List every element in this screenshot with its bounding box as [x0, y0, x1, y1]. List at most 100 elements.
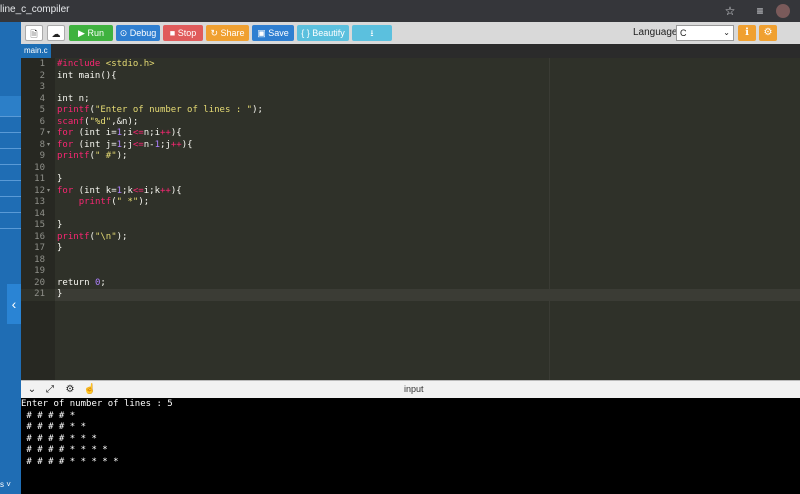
sidebar-item[interactable] [0, 96, 21, 116]
code-line[interactable]: for (int k=1;k<=i;k++){ [57, 186, 182, 198]
sidebar: ‹ s ˅ [0, 22, 21, 494]
language-label: Language [633, 27, 678, 38]
code-line[interactable]: for (int i=1;i<=n;i++){ [57, 128, 182, 140]
info-button[interactable]: ℹ [738, 25, 756, 41]
code-line[interactable]: printf(" #"); [57, 151, 127, 163]
gear-icon[interactable]: ⚙ [63, 383, 77, 397]
code-line[interactable]: } [57, 220, 62, 232]
file-icon: 🗎 [30, 29, 38, 39]
console-line: Enter of number of lines : 5 [21, 399, 173, 409]
line-number: 2 [39, 70, 45, 81]
sidebar-divider [0, 148, 21, 149]
run-label: Run [87, 28, 104, 38]
line-number: 5 [39, 105, 45, 115]
upload-button[interactable]: ☁ [47, 25, 65, 41]
line-number: 16 [34, 231, 45, 242]
code-line[interactable]: } [57, 243, 62, 255]
code-line[interactable]: #include <stdio.h> [57, 59, 155, 71]
console-line: # # # # * [21, 410, 76, 421]
page-url[interactable]: line_c_compiler [0, 4, 69, 15]
star-icon[interactable]: ☆ [722, 3, 738, 19]
code-line[interactable]: return 0; [57, 278, 106, 290]
line-number: 19 [34, 266, 45, 276]
upload-icon: ☁ [51, 29, 61, 39]
sidebar-collapse-button[interactable]: ‹ [7, 284, 21, 324]
line-number: 8 [39, 139, 45, 150]
line-number: 7 [39, 128, 45, 138]
chevron-down-icon: ⌄ [723, 28, 730, 37]
console-line: # # # # * * [21, 422, 87, 432]
file-tab-strip: main.c [21, 44, 800, 58]
download-button[interactable]: ⭳ [352, 25, 392, 41]
line-number: 10 [34, 162, 45, 173]
code-line[interactable]: printf(" *"); [57, 197, 149, 209]
line-number: 17 [34, 243, 45, 253]
line-number: 3 [39, 82, 45, 92]
sidebar-divider [0, 228, 21, 229]
stop-button[interactable]: ■ Stop [163, 25, 203, 41]
debug-button[interactable]: ⊙ Debug [116, 25, 160, 41]
code-line[interactable]: } [57, 289, 62, 301]
line-number: 1 [39, 59, 45, 69]
print-margin [549, 58, 550, 380]
sidebar-divider [0, 180, 21, 181]
line-number: 18 [34, 254, 45, 265]
save-button[interactable]: ▣ Save [252, 25, 294, 41]
share-icon: ↻ [210, 28, 221, 38]
language-value: C [680, 28, 687, 38]
beautify-button[interactable]: { } Beautify [297, 25, 349, 41]
share-button[interactable]: ↻ Share [206, 25, 249, 41]
download-icon: ⭳ [370, 28, 374, 38]
debug-icon: ⊙ [119, 28, 130, 38]
beautify-label: { } Beautify [301, 28, 345, 38]
sidebar-divider [0, 116, 21, 117]
toolbar: 🗎 ☁ ▶ Run ⊙ Debug ■ Stop ↻ Share ▣ Save … [21, 22, 800, 44]
chevron-down-icon[interactable]: ⌄ [25, 383, 39, 397]
sidebar-divider [0, 196, 21, 197]
code-area[interactable]: #include <stdio.h> int main(){int n; print… [55, 58, 800, 380]
language-select[interactable]: C ⌄ [676, 25, 734, 41]
code-line[interactable]: scanf("%d",&n); [57, 117, 138, 129]
share-label: Share [220, 28, 245, 38]
fold-arrow-icon[interactable]: ▾ [47, 140, 53, 152]
expand-icon[interactable]: ⤢ [43, 383, 57, 397]
browser-tab-bar: line_c_compiler ☆ ≡ [0, 0, 800, 22]
tab-main-c[interactable]: main.c [21, 44, 51, 58]
stop-label: Stop [177, 28, 197, 38]
save-icon: ▣ [257, 28, 269, 38]
save-label: Save [268, 28, 289, 38]
code-line[interactable]: for (int j=1;j<=n-1;j++){ [57, 140, 193, 152]
line-number: 14 [34, 208, 45, 219]
run-button[interactable]: ▶ Run [69, 25, 113, 41]
code-line[interactable]: } [57, 174, 62, 186]
code-editor[interactable]: 1 2 3 4 5 6 7 ▾ 8 ▾ 9 10 11 12 ▾ 13 14 15 16 17 18 19 20 21 #in… [21, 58, 800, 380]
line-number-gutter: 1 2 3 4 5 6 7 ▾ 8 ▾ 9 10 11 12 ▾ 13 14 15 16 17 18 19 20 21 [21, 58, 55, 380]
sidebar-bottom-text[interactable]: s ˅ [0, 480, 11, 489]
profile-avatar[interactable] [776, 4, 790, 18]
line-number: 9 [39, 151, 45, 161]
console-line: # # # # * * * * [21, 445, 108, 455]
console-line: # # # # * * * [21, 433, 97, 444]
line-number: 6 [39, 116, 45, 127]
info-icon: ℹ [745, 27, 749, 38]
stop-icon: ■ [169, 28, 178, 38]
code-line[interactable]: int n; [57, 94, 90, 106]
line-number: 13 [34, 197, 45, 207]
gear-icon: ⚙ [763, 27, 773, 38]
playlist-icon[interactable]: ≡ [752, 3, 768, 19]
line-number: 20 [34, 277, 45, 288]
code-line[interactable]: int main(){ [57, 71, 117, 83]
line-number: 12 [34, 185, 45, 196]
line-number: 15 [34, 220, 45, 230]
fold-arrow-icon[interactable]: ▾ [47, 128, 53, 140]
new-file-button[interactable]: 🗎 [25, 25, 43, 41]
active-line-highlight [55, 289, 800, 301]
settings-button[interactable]: ⚙ [759, 25, 777, 41]
pointer-icon[interactable]: ☝ [83, 383, 97, 397]
console-output[interactable]: Enter of number of lines : 5 # # # # * #… [21, 398, 800, 494]
fold-arrow-icon[interactable]: ▾ [47, 186, 53, 198]
sidebar-divider [0, 164, 21, 165]
code-line[interactable]: printf("Enter of number of lines : "); [57, 105, 263, 117]
debug-label: Debug [129, 28, 157, 38]
code-line[interactable]: printf("\n"); [57, 232, 127, 244]
